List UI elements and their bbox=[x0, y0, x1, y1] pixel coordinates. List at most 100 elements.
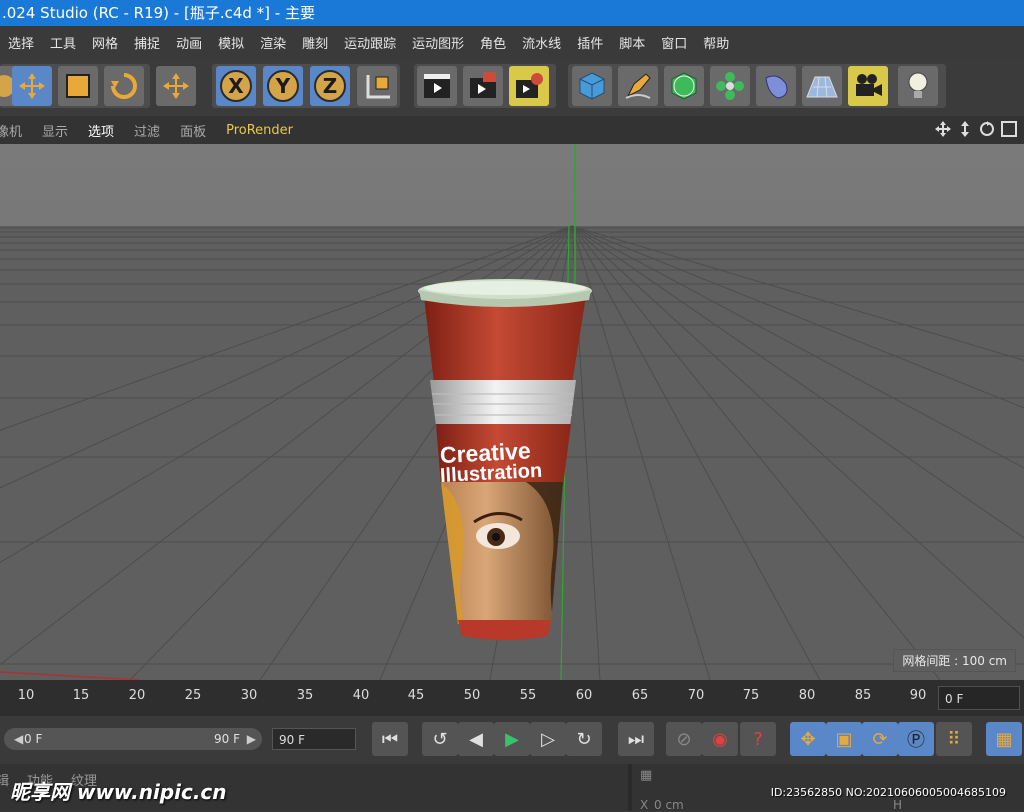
zoom-icon[interactable] bbox=[956, 120, 974, 138]
floor-icon[interactable] bbox=[802, 66, 842, 106]
maximize-view-icon[interactable] bbox=[1000, 120, 1018, 138]
transform-icon[interactable] bbox=[156, 66, 196, 106]
play-button[interactable]: ▶ bbox=[494, 722, 530, 756]
render-view-icon[interactable] bbox=[417, 66, 457, 106]
timeline-tick: 30 bbox=[240, 688, 258, 703]
timeline-tick: 40 bbox=[352, 688, 370, 703]
coord-x-value[interactable]: 0 cm bbox=[654, 798, 684, 812]
pen-icon[interactable] bbox=[618, 66, 658, 106]
timeline-tick: 55 bbox=[519, 688, 537, 703]
coord-h-label: H bbox=[893, 798, 903, 812]
viewport-nav-icons bbox=[934, 120, 1018, 138]
menu-tools[interactable]: 工具 bbox=[42, 33, 84, 52]
current-frame-field[interactable]: 0 F bbox=[938, 686, 1020, 710]
menu-simulate[interactable]: 模拟 bbox=[210, 33, 252, 52]
cube-icon[interactable] bbox=[572, 66, 612, 106]
keyframe-selection-icon[interactable]: ? bbox=[740, 722, 776, 756]
coordinates-panel-icon: ▦ bbox=[640, 768, 653, 783]
key-pla-icon[interactable]: ⠿ bbox=[936, 722, 972, 756]
frame-range-slider[interactable]: ◀ 0 F 90 F ▶ bbox=[4, 728, 262, 750]
coordinate-system-icon[interactable] bbox=[357, 66, 397, 106]
render-picture-viewer-icon[interactable] bbox=[463, 66, 503, 106]
menu-snap[interactable]: 捕捉 bbox=[126, 33, 168, 52]
menu-character[interactable]: 角色 bbox=[472, 33, 514, 52]
light-icon[interactable] bbox=[898, 66, 938, 106]
watermark-id: ID:23562850 NO:20210606005004685109 bbox=[770, 786, 1006, 799]
prev-frame-button[interactable]: ◀ bbox=[458, 722, 494, 756]
timeline-tick: 70 bbox=[687, 688, 705, 703]
key-position-icon[interactable]: ✥ bbox=[790, 722, 826, 756]
viewport-scene: Creative Illustration bbox=[0, 144, 1024, 680]
viewport-menu-options[interactable]: 选项 bbox=[78, 121, 124, 140]
timeline-tick: 90 bbox=[909, 688, 927, 703]
timeline-tick: 75 bbox=[742, 688, 760, 703]
timeline-tick: 10 bbox=[17, 688, 35, 703]
range-end-value: 90 F bbox=[214, 732, 240, 746]
menu-animate[interactable]: 动画 bbox=[168, 33, 210, 52]
tab-edit[interactable]: 辑 bbox=[0, 770, 9, 789]
coord-x-label: X bbox=[640, 798, 649, 812]
z-axis-icon[interactable]: Z bbox=[310, 66, 350, 106]
x-axis-icon[interactable]: X bbox=[216, 66, 256, 106]
viewport-menu-panel[interactable]: 面板 bbox=[170, 121, 216, 140]
timeline-tick: 45 bbox=[407, 688, 425, 703]
menu-script[interactable]: 脚本 bbox=[611, 33, 653, 52]
menu-render[interactable]: 渲染 bbox=[252, 33, 294, 52]
menu-sculpt[interactable]: 雕刻 bbox=[294, 33, 336, 52]
prev-key-button[interactable]: ↺ bbox=[422, 722, 458, 756]
menu-window[interactable]: 窗口 bbox=[653, 33, 695, 52]
goto-end-button[interactable]: ⏭ bbox=[618, 722, 654, 756]
goto-start-button[interactable]: ⏮ bbox=[372, 722, 408, 756]
timeline-tick: 20 bbox=[128, 688, 146, 703]
menu-mograph[interactable]: 运动图形 bbox=[404, 33, 472, 52]
key-rotation-icon[interactable]: ⟳ bbox=[862, 722, 898, 756]
menu-plugins[interactable]: 插件 bbox=[569, 33, 611, 52]
timeline-tick: 65 bbox=[631, 688, 649, 703]
deformer-icon[interactable] bbox=[756, 66, 796, 106]
subdivision-icon[interactable] bbox=[664, 66, 704, 106]
main-toolbar: X Y Z bbox=[0, 58, 1024, 116]
scale-icon[interactable] bbox=[58, 66, 98, 106]
viewport-menu-filter[interactable]: 过滤 bbox=[124, 121, 170, 140]
camera-icon[interactable] bbox=[848, 66, 888, 106]
max-frame-field[interactable]: 90 F bbox=[272, 728, 356, 750]
timeline-tick: 85 bbox=[854, 688, 872, 703]
range-right-arrow-icon[interactable]: ▶ bbox=[247, 728, 256, 750]
menu-motion-tracking[interactable]: 运动跟踪 bbox=[336, 33, 404, 52]
timeline-tick: 15 bbox=[72, 688, 90, 703]
y-axis-icon[interactable]: Y bbox=[263, 66, 303, 106]
key-scale-icon[interactable]: ▣ bbox=[826, 722, 862, 756]
next-key-button[interactable]: ↻ bbox=[566, 722, 602, 756]
record-keys-icon[interactable]: ⊘ bbox=[666, 722, 702, 756]
watermark-logo: 昵享网 www.nipic.cn bbox=[10, 780, 227, 804]
bottom-panels: 辑 功能 纹理 ▦ X 0 cm H 昵享网 www.nipic.cn ID:2… bbox=[0, 764, 1024, 812]
window-title: .024 Studio (RC - R19) - [瓶子.c4d *] - 主要 bbox=[0, 0, 1024, 26]
timeline-window-icon[interactable]: ▦ bbox=[986, 722, 1022, 756]
playback-controls: ◀ 0 F 90 F ▶ 90 F ⏮ ↺ ◀ ▶ ▷ ↻ ⏭ ⊘ ◉ ? ✥ … bbox=[0, 716, 1024, 764]
menu-help[interactable]: 帮助 bbox=[695, 33, 737, 52]
main-menu: 选择 工具 网格 捕捉 动画 模拟 渲染 雕刻 运动跟踪 运动图形 角色 流水线… bbox=[0, 26, 1024, 58]
timeline-tick: 25 bbox=[184, 688, 202, 703]
menu-pipeline[interactable]: 流水线 bbox=[514, 33, 569, 52]
timeline-ruler[interactable]: 10 15 20 25 30 35 40 45 50 55 60 65 70 7… bbox=[0, 680, 1024, 716]
timeline-tick: 35 bbox=[296, 688, 314, 703]
cloner-icon[interactable] bbox=[710, 66, 750, 106]
orbit-icon[interactable] bbox=[978, 120, 996, 138]
rotate-icon[interactable] bbox=[104, 66, 144, 106]
viewport-menu-prorender[interactable]: ProRender bbox=[216, 123, 303, 138]
viewport-menu-camera[interactable]: 像机 bbox=[0, 121, 32, 140]
viewport-menu-display[interactable]: 显示 bbox=[32, 121, 78, 140]
max-frame-value: 90 F bbox=[279, 733, 305, 747]
pan-icon[interactable] bbox=[934, 120, 952, 138]
grid-spacing-label: 网格间距 : 100 cm bbox=[893, 649, 1016, 672]
menu-select[interactable]: 选择 bbox=[0, 33, 42, 52]
key-parameter-icon[interactable]: Ⓟ bbox=[898, 722, 934, 756]
range-left-arrow-icon[interactable]: ◀ bbox=[14, 728, 23, 750]
render-settings-icon[interactable] bbox=[509, 66, 549, 106]
autokey-icon[interactable]: ◉ bbox=[702, 722, 738, 756]
next-frame-button[interactable]: ▷ bbox=[530, 722, 566, 756]
3d-viewport[interactable]: Creative Illustration 网格间距 : 100 cm bbox=[0, 144, 1024, 680]
menu-mesh[interactable]: 网格 bbox=[84, 33, 126, 52]
move-icon[interactable] bbox=[12, 66, 52, 106]
timeline-tick: 50 bbox=[463, 688, 481, 703]
